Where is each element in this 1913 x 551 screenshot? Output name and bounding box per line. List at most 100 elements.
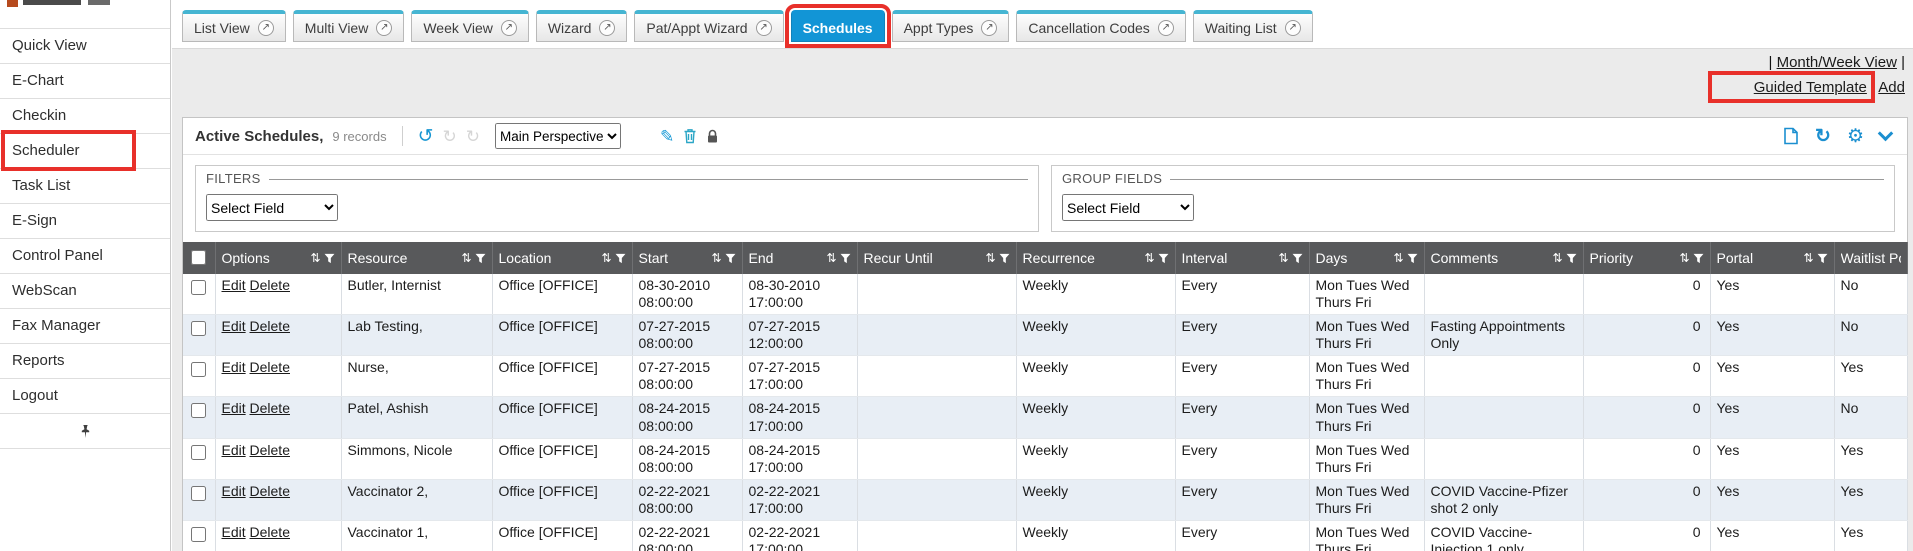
add-link[interactable]: Add <box>1878 79 1905 96</box>
sidebar-item-logout[interactable]: Logout <box>0 379 170 414</box>
edit-link[interactable]: Edit <box>222 318 246 334</box>
sort-icon[interactable]: ⇅ <box>1803 251 1813 265</box>
edit-link[interactable]: Edit <box>222 483 246 499</box>
edit-link[interactable]: Edit <box>222 524 246 540</box>
delete-link[interactable]: Delete <box>250 359 290 375</box>
tab-schedules[interactable]: Schedules <box>791 10 885 42</box>
month-week-view-link[interactable]: Month/Week View <box>1777 54 1897 71</box>
tab-wizard[interactable]: Wizard↗ <box>536 10 628 42</box>
column-header-recur-until[interactable]: Recur Until⇅ <box>857 242 1016 274</box>
column-header-comments[interactable]: Comments⇅ <box>1424 242 1583 274</box>
sort-icon[interactable]: ⇅ <box>1552 251 1562 265</box>
filter-icon[interactable] <box>1158 253 1169 264</box>
filter-icon[interactable] <box>840 253 851 264</box>
tab-popout-icon[interactable]: ↗ <box>1285 20 1301 36</box>
history-button-disabled[interactable]: ↻ <box>466 128 480 145</box>
tab-list-view[interactable]: List View↗ <box>182 10 286 42</box>
column-header-waitlist-po[interactable]: Waitlist Po⇅ <box>1834 242 1907 274</box>
row-checkbox[interactable] <box>191 403 206 418</box>
filter-icon[interactable] <box>615 253 626 264</box>
sort-icon[interactable]: ⇅ <box>1679 251 1689 265</box>
sort-icon[interactable]: ⇅ <box>985 251 995 265</box>
sidebar-item-fax-manager[interactable]: Fax Manager <box>0 309 170 344</box>
tab-waiting-list[interactable]: Waiting List↗ <box>1193 10 1313 42</box>
tab-appt-types[interactable]: Appt Types↗ <box>892 10 1010 42</box>
tab-popout-icon[interactable]: ↗ <box>376 20 392 36</box>
sidebar-item-checkin[interactable]: Checkin <box>0 99 170 134</box>
filter-icon[interactable] <box>1292 253 1303 264</box>
sidebar-item-task-list[interactable]: Task List <box>0 169 170 204</box>
select-all-checkbox[interactable] <box>191 250 206 265</box>
lock-perspective-button[interactable] <box>706 129 719 144</box>
row-checkbox[interactable] <box>191 486 206 501</box>
column-header-resource[interactable]: Resource⇅ <box>341 242 492 274</box>
delete-link[interactable]: Delete <box>250 400 290 416</box>
row-checkbox[interactable] <box>191 280 206 295</box>
column-header-start[interactable]: Start⇅ <box>632 242 742 274</box>
sidebar-item-webscan[interactable]: WebScan <box>0 274 170 309</box>
filter-icon[interactable] <box>725 253 736 264</box>
collapse-button[interactable] <box>1880 134 1891 139</box>
sidebar-item-e-sign[interactable]: E-Sign <box>0 204 170 239</box>
sidebar-item-quick-view[interactable]: Quick View <box>0 29 170 64</box>
sort-icon[interactable]: ⇅ <box>1144 251 1154 265</box>
sidebar-item-scheduler[interactable]: Scheduler <box>0 134 170 169</box>
perspective-select[interactable]: Main Perspective <box>495 123 621 149</box>
undo-button[interactable]: ↺ <box>418 127 434 146</box>
edit-link[interactable]: Edit <box>222 442 246 458</box>
filter-icon[interactable] <box>324 253 335 264</box>
tab-popout-icon[interactable]: ↗ <box>981 20 997 36</box>
sort-icon[interactable]: ⇅ <box>1393 251 1403 265</box>
sidebar-item-e-chart[interactable]: E-Chart <box>0 64 170 99</box>
sort-icon[interactable]: ⇅ <box>461 251 471 265</box>
column-header-interval[interactable]: Interval⇅ <box>1175 242 1309 274</box>
tab-pat-appt-wizard[interactable]: Pat/Appt Wizard↗ <box>634 10 783 42</box>
tab-popout-icon[interactable]: ↗ <box>1158 20 1174 36</box>
column-header-recurrence[interactable]: Recurrence⇅ <box>1016 242 1175 274</box>
edit-link[interactable]: Edit <box>222 359 246 375</box>
guided-template-link[interactable]: Guided Template <box>1754 79 1867 96</box>
sort-icon[interactable]: ⇅ <box>826 251 836 265</box>
filter-icon[interactable] <box>1566 253 1577 264</box>
delete-link[interactable]: Delete <box>250 318 290 334</box>
filter-icon[interactable] <box>999 253 1010 264</box>
tab-multi-view[interactable]: Multi View↗ <box>293 10 405 42</box>
settings-button[interactable]: ⚙ <box>1847 127 1864 146</box>
row-checkbox[interactable] <box>191 527 206 542</box>
sidebar-pin-button[interactable] <box>0 414 170 449</box>
edit-link[interactable]: Edit <box>222 277 246 293</box>
column-header-days[interactable]: Days⇅ <box>1309 242 1424 274</box>
tab-week-view[interactable]: Week View↗ <box>411 10 529 42</box>
sidebar-item-reports[interactable]: Reports <box>0 344 170 379</box>
row-checkbox[interactable] <box>191 321 206 336</box>
sort-icon[interactable]: ⇅ <box>1278 251 1288 265</box>
sidebar-item-control-panel[interactable]: Control Panel <box>0 239 170 274</box>
tab-popout-icon[interactable]: ↗ <box>756 20 772 36</box>
redo-button-disabled[interactable]: ↻ <box>443 128 457 145</box>
delete-link[interactable]: Delete <box>250 524 290 540</box>
edit-link[interactable]: Edit <box>222 400 246 416</box>
column-header-location[interactable]: Location⇅ <box>492 242 632 274</box>
filter-icon[interactable] <box>475 253 486 264</box>
column-header-options[interactable]: Options⇅ <box>215 242 341 274</box>
filter-icon[interactable] <box>1407 253 1418 264</box>
group-fields-select[interactable]: Select Field <box>1062 194 1194 221</box>
delete-perspective-button[interactable] <box>683 128 697 144</box>
delete-link[interactable]: Delete <box>250 442 290 458</box>
row-checkbox[interactable] <box>191 445 206 460</box>
refresh-button[interactable]: ↻ <box>1815 127 1831 146</box>
column-header-end[interactable]: End⇅ <box>742 242 857 274</box>
tab-cancellation-codes[interactable]: Cancellation Codes↗ <box>1016 10 1185 42</box>
delete-link[interactable]: Delete <box>250 483 290 499</box>
new-record-button[interactable] <box>1783 127 1799 145</box>
sort-icon[interactable]: ⇅ <box>711 251 721 265</box>
tab-popout-icon[interactable]: ↗ <box>501 20 517 36</box>
sort-icon[interactable]: ⇅ <box>601 251 611 265</box>
filter-icon[interactable] <box>1693 253 1704 264</box>
filter-icon[interactable] <box>1817 253 1828 264</box>
tab-popout-icon[interactable]: ↗ <box>258 20 274 36</box>
sort-icon[interactable]: ⇅ <box>310 251 320 265</box>
edit-perspective-button[interactable]: ✎ <box>630 128 674 145</box>
delete-link[interactable]: Delete <box>250 277 290 293</box>
column-header-portal[interactable]: Portal⇅ <box>1710 242 1834 274</box>
